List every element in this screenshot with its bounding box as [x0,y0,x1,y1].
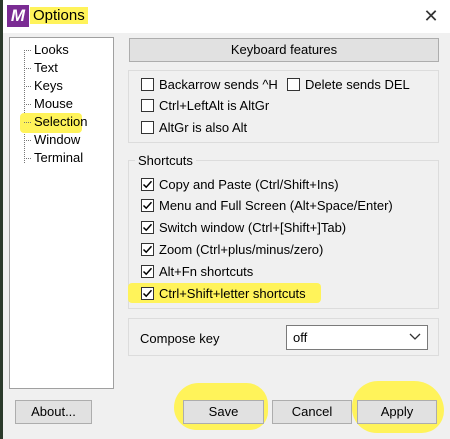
compose-key-label: Compose key [140,331,220,346]
apply-button[interactable]: Apply [357,400,437,424]
title-bar: M Options ✕ [3,0,450,33]
category-tree: Looks Text Keys Mouse Selection Window T… [9,37,114,389]
keyboard-features-header: Keyboard features [129,38,439,62]
save-button[interactable]: Save [183,400,264,424]
window-title: Options [30,7,88,24]
app-logo-icon: M [7,5,29,27]
about-button[interactable]: About... [15,400,92,424]
chevron-down-icon [409,333,421,340]
background-window-edge [0,0,3,439]
close-icon[interactable]: ✕ [416,3,446,29]
shortcuts-group-title: Shortcuts [135,153,196,168]
compose-key-select[interactable]: off [286,325,428,350]
cancel-button[interactable]: Cancel [272,400,352,424]
compose-key-value: off [293,330,308,345]
